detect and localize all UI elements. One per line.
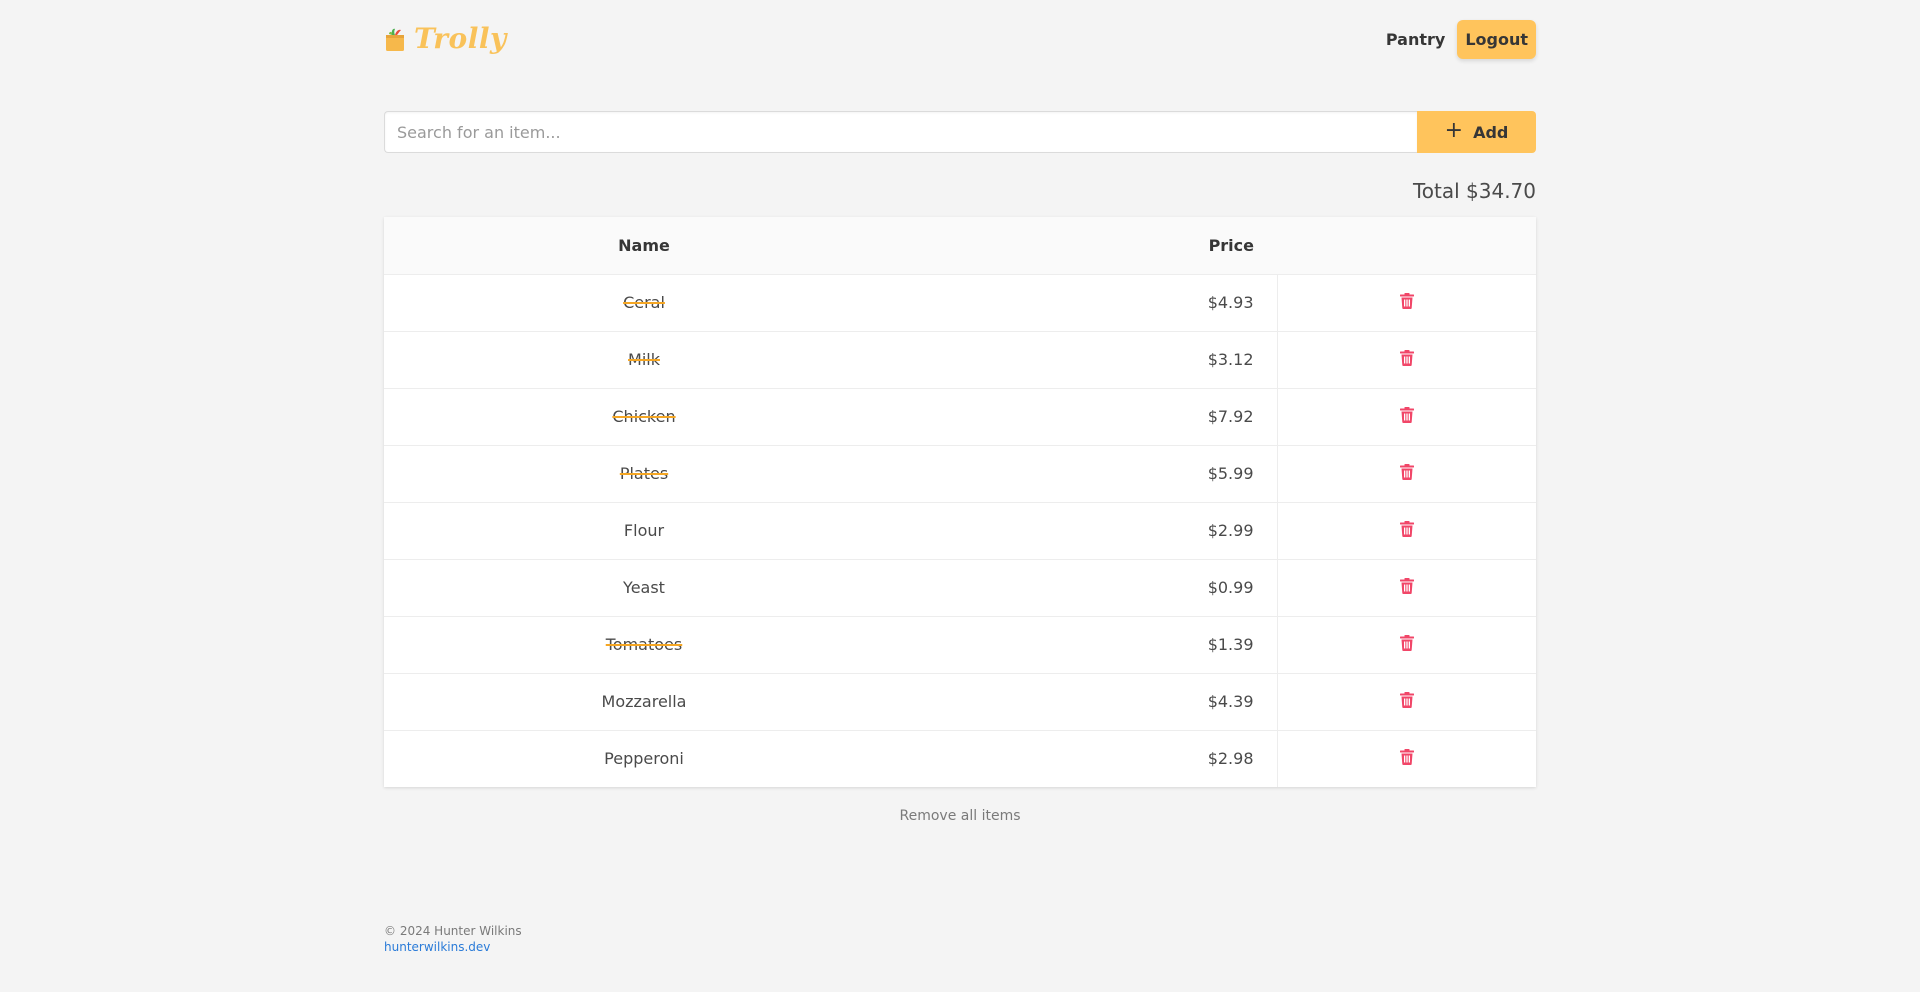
table-row: Tomatoes $1.39 (384, 616, 1536, 674)
trash-icon (1399, 349, 1414, 366)
item-name-cell[interactable]: Milk (384, 331, 904, 389)
table-header-row: Name Price (384, 217, 1536, 275)
item-name-cell[interactable]: Yeast (384, 559, 904, 617)
trash-icon (1399, 634, 1414, 651)
item-actions-cell (1276, 673, 1536, 731)
column-header-price: Price (904, 217, 1277, 275)
delete-item-button[interactable] (1399, 748, 1414, 765)
table-row: Mozzarella $4.39 (384, 673, 1536, 731)
delete-item-button[interactable] (1399, 463, 1414, 480)
item-name-cell[interactable]: Chicken (384, 388, 904, 446)
item-actions-cell (1276, 559, 1536, 617)
search-bar: + Add (384, 111, 1536, 153)
shopping-list-table: Name Price Ceral $4.93 Milk $3.12 Chicken $7.… (384, 217, 1536, 787)
trash-icon (1399, 691, 1414, 708)
footer: © 2024 Hunter Wilkins hunterwilkins.dev (384, 923, 522, 955)
item-name[interactable]: Pepperoni (604, 749, 684, 768)
trash-icon (1399, 520, 1414, 537)
column-header-actions (1277, 217, 1536, 275)
item-actions-cell (1276, 331, 1536, 389)
trash-icon (1399, 463, 1414, 480)
trash-icon (1399, 406, 1414, 423)
item-name-cell[interactable]: Plates (384, 445, 904, 503)
item-name[interactable]: Plates (620, 464, 668, 483)
item-price: $2.98 (1207, 749, 1254, 769)
item-price: $7.92 (904, 388, 1277, 446)
add-button[interactable]: + Add (1417, 111, 1536, 153)
item-name[interactable]: Tomatoes (606, 635, 682, 654)
brand-logo[interactable]: Trolly (384, 24, 507, 54)
item-name[interactable]: Flour (624, 521, 664, 540)
delete-item-button[interactable] (1399, 691, 1414, 708)
item-actions-cell (1276, 274, 1536, 332)
item-name-cell[interactable]: Ceral (384, 274, 904, 332)
column-header-name: Name (384, 217, 904, 275)
table-row: Flour $2.99 (384, 502, 1536, 560)
app-container: Trolly Pantry Logout + Add Total $34.70 … (384, 0, 1536, 954)
delete-item-button[interactable] (1399, 292, 1414, 309)
plus-icon: + (1444, 117, 1464, 143)
item-price: $3.12 (904, 331, 1277, 389)
item-name[interactable]: Ceral (623, 293, 665, 312)
logout-button[interactable]: Logout (1457, 20, 1536, 59)
item-name-cell[interactable]: Flour (384, 502, 904, 560)
table-row: Pepperoni $2.98 (384, 730, 1536, 787)
item-price: $4.93 (904, 274, 1277, 332)
delete-item-button[interactable] (1399, 520, 1414, 537)
item-name[interactable]: Chicken (612, 407, 675, 426)
table-row: Yeast $0.99 (384, 559, 1536, 617)
item-actions-cell (1276, 445, 1536, 503)
remove-all-button[interactable]: Remove all items (384, 808, 1536, 824)
add-button-label: Add (1473, 122, 1509, 142)
trash-icon (1399, 292, 1414, 309)
trash-icon (1399, 748, 1414, 765)
item-name-cell[interactable]: Mozzarella (384, 673, 904, 731)
navbar: Trolly Pantry Logout (384, 0, 1536, 80)
footer-link[interactable]: hunterwilkins.dev (384, 939, 522, 955)
total-amount: Total $34.70 (1412, 179, 1536, 203)
nav-actions: Pantry Logout (1386, 20, 1536, 59)
table-body: Ceral $4.93 Milk $3.12 Chicken $7.92 Plates $5.… (384, 274, 1536, 787)
item-actions-cell (1276, 502, 1536, 560)
item-price: $0.99 (904, 559, 1277, 617)
delete-item-button[interactable] (1399, 349, 1414, 366)
copyright-text: © 2024 Hunter Wilkins (384, 924, 522, 938)
delete-item-button[interactable] (1399, 634, 1414, 651)
table-row: Ceral $4.93 (384, 274, 1536, 332)
item-name[interactable]: Yeast (623, 578, 665, 597)
table-row: Milk $3.12 (384, 331, 1536, 389)
item-price: $5.99 (904, 445, 1277, 503)
item-actions-cell (1276, 616, 1536, 674)
table-row: Chicken $7.92 (384, 388, 1536, 446)
item-name-cell[interactable]: Pepperoni (384, 730, 904, 787)
item-price: $1.39 (904, 616, 1277, 674)
table-row: Plates $5.99 (384, 445, 1536, 503)
delete-item-button[interactable] (1399, 577, 1414, 594)
trash-icon (1399, 577, 1414, 594)
brand-name: Trolly (414, 22, 507, 55)
item-name[interactable]: Mozzarella (602, 692, 687, 711)
item-name-cell[interactable]: Tomatoes (384, 616, 904, 674)
delete-item-button[interactable] (1399, 406, 1414, 423)
item-price: $2.99 (904, 502, 1277, 560)
pantry-link[interactable]: Pantry (1386, 22, 1445, 57)
item-price: $4.39 (904, 673, 1277, 731)
search-input[interactable] (384, 111, 1417, 153)
item-name[interactable]: Milk (628, 350, 660, 369)
item-actions-cell (1276, 730, 1536, 787)
grocery-bag-icon (386, 28, 404, 51)
item-actions-cell (1276, 388, 1536, 446)
